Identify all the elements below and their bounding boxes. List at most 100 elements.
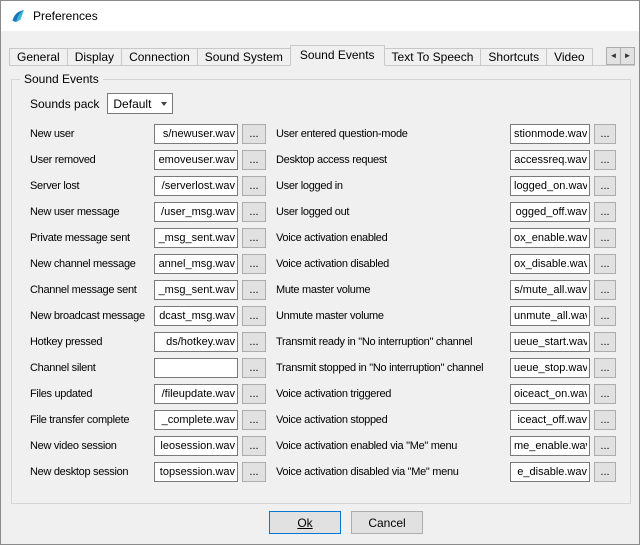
sound-event-label: New user message bbox=[30, 206, 154, 218]
tab-scroll-left-button[interactable]: ◄ bbox=[606, 47, 621, 65]
sound-event-label: Voice activation triggered bbox=[276, 388, 510, 400]
sounds-pack-select[interactable]: Default bbox=[107, 93, 173, 114]
browse-button[interactable]: ... bbox=[242, 462, 266, 482]
browse-button[interactable]: ... bbox=[242, 202, 266, 222]
browse-button[interactable]: ... bbox=[242, 436, 266, 456]
browse-button[interactable]: ... bbox=[242, 176, 266, 196]
sound-event-row: File transfer complete... bbox=[30, 410, 266, 430]
sound-event-row: Unmute master volume... bbox=[276, 306, 616, 326]
sound-file-input[interactable] bbox=[154, 358, 238, 378]
sound-file-input[interactable] bbox=[510, 254, 590, 274]
sound-file-input[interactable] bbox=[154, 462, 238, 482]
browse-button[interactable]: ... bbox=[242, 358, 266, 378]
browse-button[interactable]: ... bbox=[594, 436, 616, 456]
tab-connection[interactable]: Connection bbox=[121, 48, 198, 66]
sound-file-input[interactable] bbox=[510, 176, 590, 196]
sound-file-input[interactable] bbox=[510, 410, 590, 430]
browse-button[interactable]: ... bbox=[242, 280, 266, 300]
browse-button[interactable]: ... bbox=[594, 410, 616, 430]
sound-file-input[interactable] bbox=[154, 410, 238, 430]
tab-display[interactable]: Display bbox=[67, 48, 122, 66]
sound-file-input[interactable] bbox=[154, 124, 238, 144]
sound-event-row: Transmit ready in "No interruption" chan… bbox=[276, 332, 616, 352]
browse-button[interactable]: ... bbox=[594, 228, 616, 248]
cancel-button[interactable]: Cancel bbox=[351, 511, 423, 534]
browse-button[interactable]: ... bbox=[242, 254, 266, 274]
browse-button[interactable]: ... bbox=[594, 150, 616, 170]
browse-button[interactable]: ... bbox=[242, 124, 266, 144]
browse-button[interactable]: ... bbox=[594, 358, 616, 378]
browse-button[interactable]: ... bbox=[594, 306, 616, 326]
sound-file-input[interactable] bbox=[510, 358, 590, 378]
sound-file-input[interactable] bbox=[510, 124, 590, 144]
sound-file-input[interactable] bbox=[154, 228, 238, 248]
sound-file-input[interactable] bbox=[154, 176, 238, 196]
titlebar[interactable]: Preferences bbox=[1, 1, 639, 31]
sound-file-input[interactable] bbox=[510, 462, 590, 482]
browse-button[interactable]: ... bbox=[242, 384, 266, 404]
tab-scroll-right-button[interactable]: ► bbox=[620, 47, 635, 65]
sound-file-input[interactable] bbox=[510, 228, 590, 248]
browse-button[interactable]: ... bbox=[594, 176, 616, 196]
sound-file-input[interactable] bbox=[510, 436, 590, 456]
sound-event-label: Files updated bbox=[30, 388, 154, 400]
sound-file-input[interactable] bbox=[510, 280, 590, 300]
sound-file-input[interactable] bbox=[154, 202, 238, 222]
cancel-button-label: Cancel bbox=[368, 516, 405, 530]
tab-sound-system[interactable]: Sound System bbox=[197, 48, 291, 66]
ok-button-label: Ok bbox=[297, 516, 312, 530]
browse-button[interactable]: ... bbox=[594, 124, 616, 144]
group-title: Sound Events bbox=[20, 72, 103, 86]
dialog-buttons: Ok Cancel bbox=[26, 511, 640, 534]
sound-event-label: Desktop access request bbox=[276, 154, 510, 166]
sound-event-row: Voice activation disabled... bbox=[276, 254, 616, 274]
browse-button[interactable]: ... bbox=[594, 280, 616, 300]
sound-file-input[interactable] bbox=[154, 280, 238, 300]
sound-event-row: Voice activation stopped... bbox=[276, 410, 616, 430]
tab-video[interactable]: Video bbox=[546, 48, 592, 66]
tab-bar: GeneralDisplayConnectionSound SystemSoun… bbox=[9, 45, 635, 66]
browse-button[interactable]: ... bbox=[594, 384, 616, 404]
sound-file-input[interactable] bbox=[510, 332, 590, 352]
tab-shortcuts[interactable]: Shortcuts bbox=[480, 48, 547, 66]
sound-event-label: New video session bbox=[30, 440, 154, 452]
sound-file-input[interactable] bbox=[510, 384, 590, 404]
sound-file-input[interactable] bbox=[154, 306, 238, 326]
sound-event-label: New broadcast message bbox=[30, 310, 154, 322]
sound-event-row: New desktop session... bbox=[30, 462, 266, 482]
tab-general[interactable]: General bbox=[9, 48, 68, 66]
sound-file-input[interactable] bbox=[510, 306, 590, 326]
browse-button[interactable]: ... bbox=[594, 254, 616, 274]
sound-events-group: Sound Events Sounds pack Default New use… bbox=[11, 79, 631, 504]
sound-file-input[interactable] bbox=[154, 254, 238, 274]
tab-sound-events[interactable]: Sound Events bbox=[290, 45, 385, 66]
browse-button[interactable]: ... bbox=[242, 228, 266, 248]
sound-event-row: User entered question-mode... bbox=[276, 124, 616, 144]
ok-button[interactable]: Ok bbox=[269, 511, 341, 534]
sound-event-label: User entered question-mode bbox=[276, 128, 510, 140]
browse-button[interactable]: ... bbox=[594, 462, 616, 482]
sound-event-row: Voice activation disabled via "Me" menu.… bbox=[276, 462, 616, 482]
sound-file-input[interactable] bbox=[154, 150, 238, 170]
sound-event-row: Voice activation triggered... bbox=[276, 384, 616, 404]
browse-button[interactable]: ... bbox=[242, 150, 266, 170]
tab-text-to-speech[interactable]: Text To Speech bbox=[384, 48, 482, 66]
sound-events-column-right: User entered question-mode... Desktop acc… bbox=[276, 124, 616, 488]
sound-event-label: Private message sent bbox=[30, 232, 154, 244]
sound-file-input[interactable] bbox=[510, 202, 590, 222]
sound-event-label: Voice activation enabled via "Me" menu bbox=[276, 440, 510, 452]
sound-file-input[interactable] bbox=[510, 150, 590, 170]
sound-file-input[interactable] bbox=[154, 332, 238, 352]
sound-event-label: Hotkey pressed bbox=[30, 336, 154, 348]
sound-file-input[interactable] bbox=[154, 436, 238, 456]
sound-event-label: Voice activation enabled bbox=[276, 232, 510, 244]
browse-button[interactable]: ... bbox=[594, 202, 616, 222]
sound-event-row: Voice activation enabled via "Me" menu..… bbox=[276, 436, 616, 456]
browse-button[interactable]: ... bbox=[594, 332, 616, 352]
sound-events-column-left: New user...User removed...Server lost...… bbox=[30, 124, 266, 488]
tab-scrollers: ◄ ► bbox=[606, 47, 635, 65]
browse-button[interactable]: ... bbox=[242, 410, 266, 430]
sound-file-input[interactable] bbox=[154, 384, 238, 404]
browse-button[interactable]: ... bbox=[242, 306, 266, 326]
browse-button[interactable]: ... bbox=[242, 332, 266, 352]
